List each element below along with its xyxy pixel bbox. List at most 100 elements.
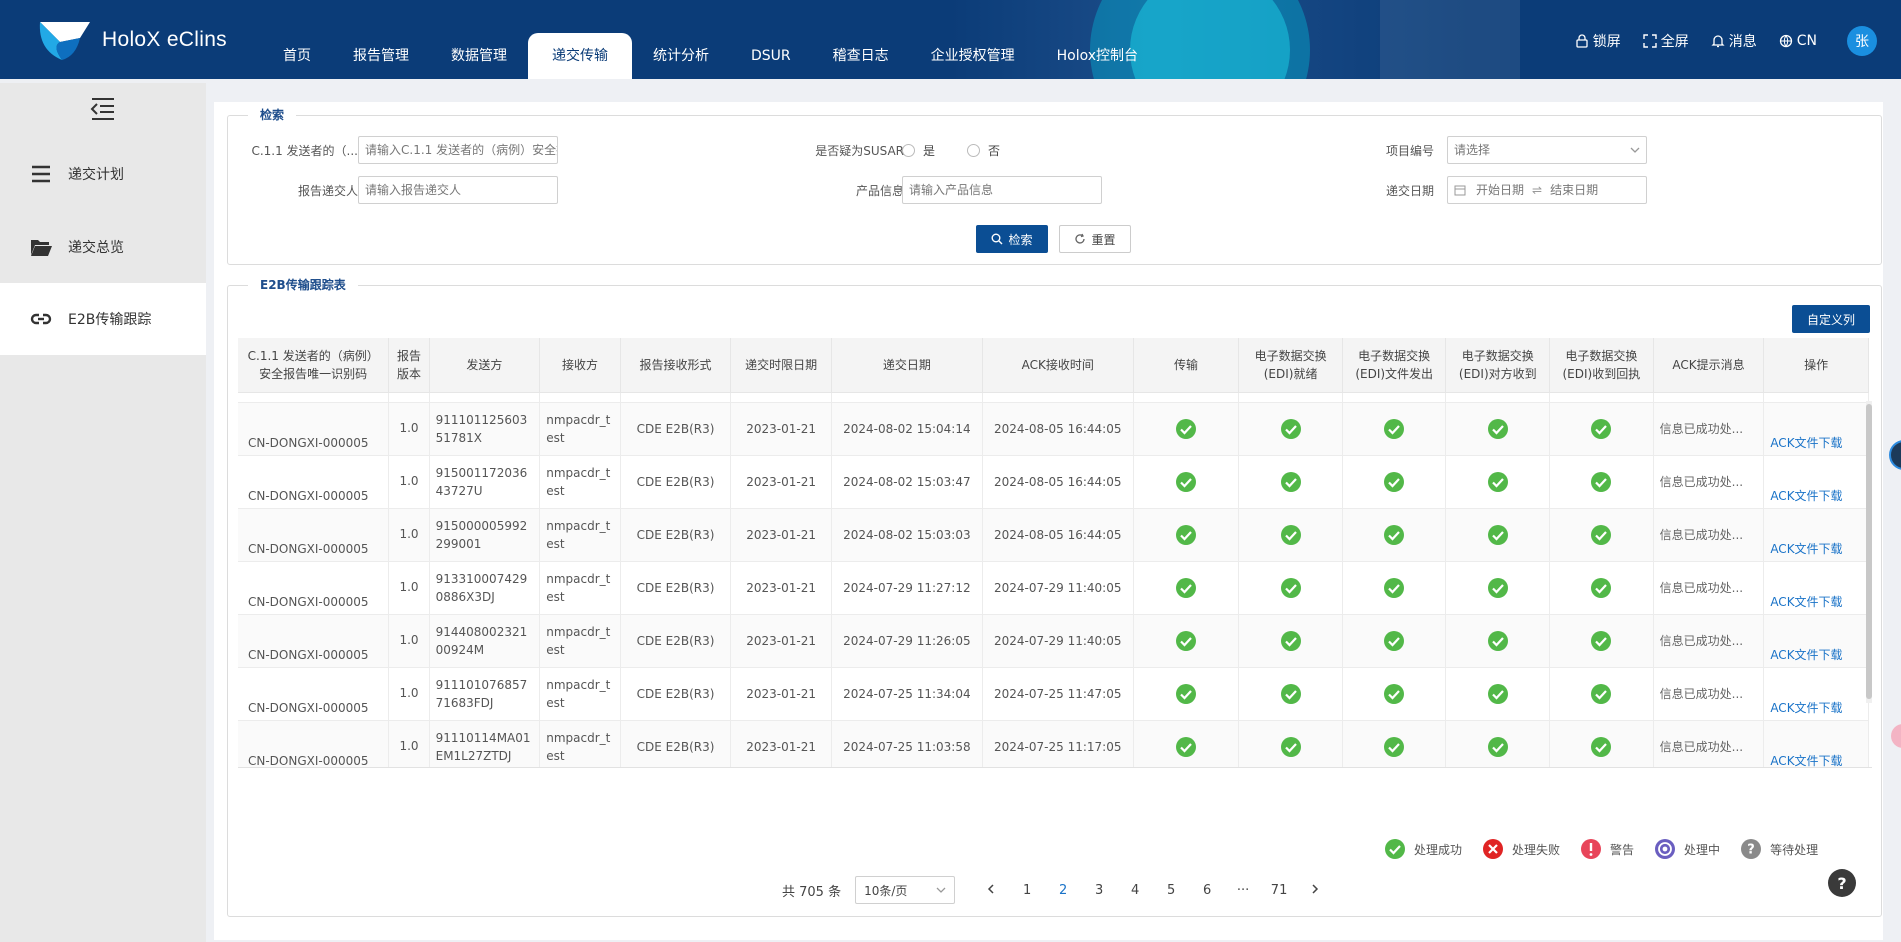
table-cell (1342, 392, 1447, 403)
sidebar-item-submission-overview[interactable]: 递交总览 (0, 211, 206, 283)
table-row[interactable]: CN-DONGXI-000005 1.0 91110114MA01EM1L27ZTD… (238, 720, 1869, 767)
nav-item-6[interactable]: 稽查日志 (812, 33, 910, 79)
susar-label: 是否疑为SUSAR (815, 144, 904, 158)
table-row[interactable]: CN-DONGXI-000005 1.0 91500117203643727U nmp… (238, 455, 1869, 509)
page-number-button[interactable]: 1 (1009, 883, 1045, 898)
prev-page-button[interactable] (973, 883, 1009, 898)
check-circle-icon (1384, 736, 1405, 757)
cell-deadline: 2023-01-21 (730, 667, 832, 721)
cell-receiver: nmpacdr_test (539, 508, 621, 562)
user-avatar[interactable]: 张 (1847, 26, 1877, 56)
table-cell (982, 392, 1134, 403)
next-page-button[interactable] (1297, 883, 1333, 898)
page-number-button[interactable]: ··· (1225, 883, 1261, 898)
error-circle-icon (1483, 839, 1504, 859)
ack-download-link[interactable]: ACK文件下载 (1763, 455, 1869, 509)
floating-widget-icon[interactable] (1891, 724, 1901, 748)
product-label: 产品信息 (855, 184, 904, 198)
page-number-button[interactable]: 4 (1117, 883, 1153, 898)
custom-columns-button[interactable]: 自定义列 (1792, 305, 1870, 333)
table-row[interactable]: CN-DONGXI-000005 1.0 91110112560351781X nmp… (238, 402, 1869, 456)
page-number-button[interactable]: 6 (1189, 883, 1225, 898)
susar-no-radio[interactable]: 否 (967, 142, 1000, 159)
search-icon (991, 233, 1003, 245)
cell-status (1133, 667, 1240, 721)
bell-icon (1711, 35, 1725, 48)
product-input[interactable]: 请输入产品信息 (902, 176, 1102, 204)
legend-processing: 处理中 (1654, 838, 1720, 860)
cell-status (1342, 561, 1447, 615)
column-header: ACK提示消息 (1653, 338, 1765, 393)
check-circle-icon (1591, 683, 1612, 704)
cell-deadline: 2023-01-21 (730, 614, 832, 668)
help-icon[interactable]: ? (1828, 869, 1856, 897)
nav-item-4[interactable]: 统计分析 (632, 33, 730, 79)
legend-label: 处理中 (1684, 842, 1721, 857)
cell-status (1342, 455, 1447, 509)
cell-receiver: nmpacdr_test (539, 402, 621, 456)
project-select[interactable]: 请选择 (1447, 136, 1647, 164)
table-row[interactable]: CN-DONGXI-000005 1.0 91110107685771683FDJ n… (238, 667, 1869, 721)
sidebar-item-submission-plan[interactable]: 递交计划 (0, 138, 206, 210)
collapse-menu-icon[interactable] (86, 95, 118, 123)
page-number-button[interactable]: 2 (1045, 883, 1081, 898)
cell-format: CDE E2B(R3) (620, 561, 732, 615)
link-icon (26, 304, 56, 334)
ack-download-link[interactable]: ACK文件下载 (1763, 614, 1869, 668)
page-number-button[interactable]: 3 (1081, 883, 1117, 898)
sender-id-label: C.1.1 发送者的（... (251, 144, 358, 158)
submitter-label: 报告递交人 (297, 184, 358, 198)
app-logo[interactable]: HoloX eClins (36, 16, 227, 64)
floating-assistant-icon[interactable] (1889, 440, 1901, 470)
nav-item-5[interactable]: DSUR (730, 33, 812, 79)
table-scrollbar-thumb[interactable] (1866, 404, 1872, 699)
ack-download-link[interactable]: ACK文件下载 (1763, 667, 1869, 721)
cell-receiver: nmpacdr_test (539, 720, 621, 767)
check-circle-icon (1384, 524, 1405, 545)
table-row[interactable]: CN-DONGXI-000005 1.0 91440800232100924M nmp… (238, 614, 1869, 668)
nav-item-2[interactable]: 数据管理 (430, 33, 528, 79)
cell-ack-message: 信息已成功处... (1653, 561, 1765, 615)
sender-id-input[interactable]: 请输入C.1.1 发送者的（病例）安全报 (358, 136, 558, 164)
ack-download-link[interactable]: ACK文件下载 (1763, 508, 1869, 562)
cell-sender: 91110112560351781X (429, 402, 541, 456)
cell-status (1133, 508, 1240, 562)
search-button[interactable]: 检索 (976, 225, 1048, 253)
check-circle-icon (1384, 577, 1405, 598)
fullscreen-button[interactable]: 全屏 (1643, 31, 1689, 51)
cell-deadline: 2023-01-21 (730, 720, 832, 767)
table-cell (1549, 392, 1654, 403)
submitter-input[interactable]: 请输入报告递交人 (358, 176, 558, 204)
ack-download-link[interactable]: ACK文件下载 (1763, 720, 1869, 767)
lock-screen-button[interactable]: 锁屏 (1575, 31, 1621, 51)
page-number-button[interactable]: 71 (1261, 883, 1297, 898)
nav-item-0[interactable]: 首页 (262, 33, 332, 79)
reset-button[interactable]: 重置 (1059, 225, 1131, 253)
cell-status (1549, 455, 1654, 509)
legend-failed: 处理失败 (1482, 838, 1560, 860)
table-cell (1238, 392, 1343, 403)
ack-download-link[interactable]: ACK文件下载 (1763, 561, 1869, 615)
folder-icon (26, 232, 56, 262)
messages-button[interactable]: 消息 (1711, 31, 1757, 51)
cell-status (1445, 402, 1551, 456)
page-size-select[interactable]: 10条/页 (855, 876, 956, 904)
cell-version: 1.0 (388, 455, 430, 509)
cell-status (1133, 561, 1240, 615)
legend-label: 警告 (1610, 842, 1635, 857)
nav-item-3[interactable]: 递交传输 (528, 33, 632, 79)
table-row[interactable]: CN-DONGXI-000005 1.0 913310007429 0886X3DJ… (238, 561, 1869, 615)
page-number-button[interactable]: 5 (1153, 883, 1189, 898)
cell-status (1445, 720, 1551, 767)
table-row[interactable]: CN-DONGXI-000005 1.0 915000005992299001 nmp… (238, 508, 1869, 562)
nav-item-1[interactable]: 报告管理 (332, 33, 430, 79)
sidebar-item-e2b-tracking[interactable]: E2B传输跟踪 (0, 283, 206, 355)
susar-yes-radio[interactable]: 是 (902, 142, 935, 159)
nav-item-7[interactable]: 企业授权管理 (910, 33, 1036, 79)
nav-item-8[interactable]: Holox控制台 (1036, 33, 1159, 79)
cell-deadline: 2023-01-21 (730, 402, 832, 456)
language-switch[interactable]: CN (1779, 33, 1817, 49)
ack-download-link[interactable]: ACK文件下载 (1763, 402, 1869, 456)
chevron-left-icon (988, 883, 994, 894)
date-range-picker[interactable]: 开始日期 ⇌ 结束日期 (1447, 176, 1647, 204)
